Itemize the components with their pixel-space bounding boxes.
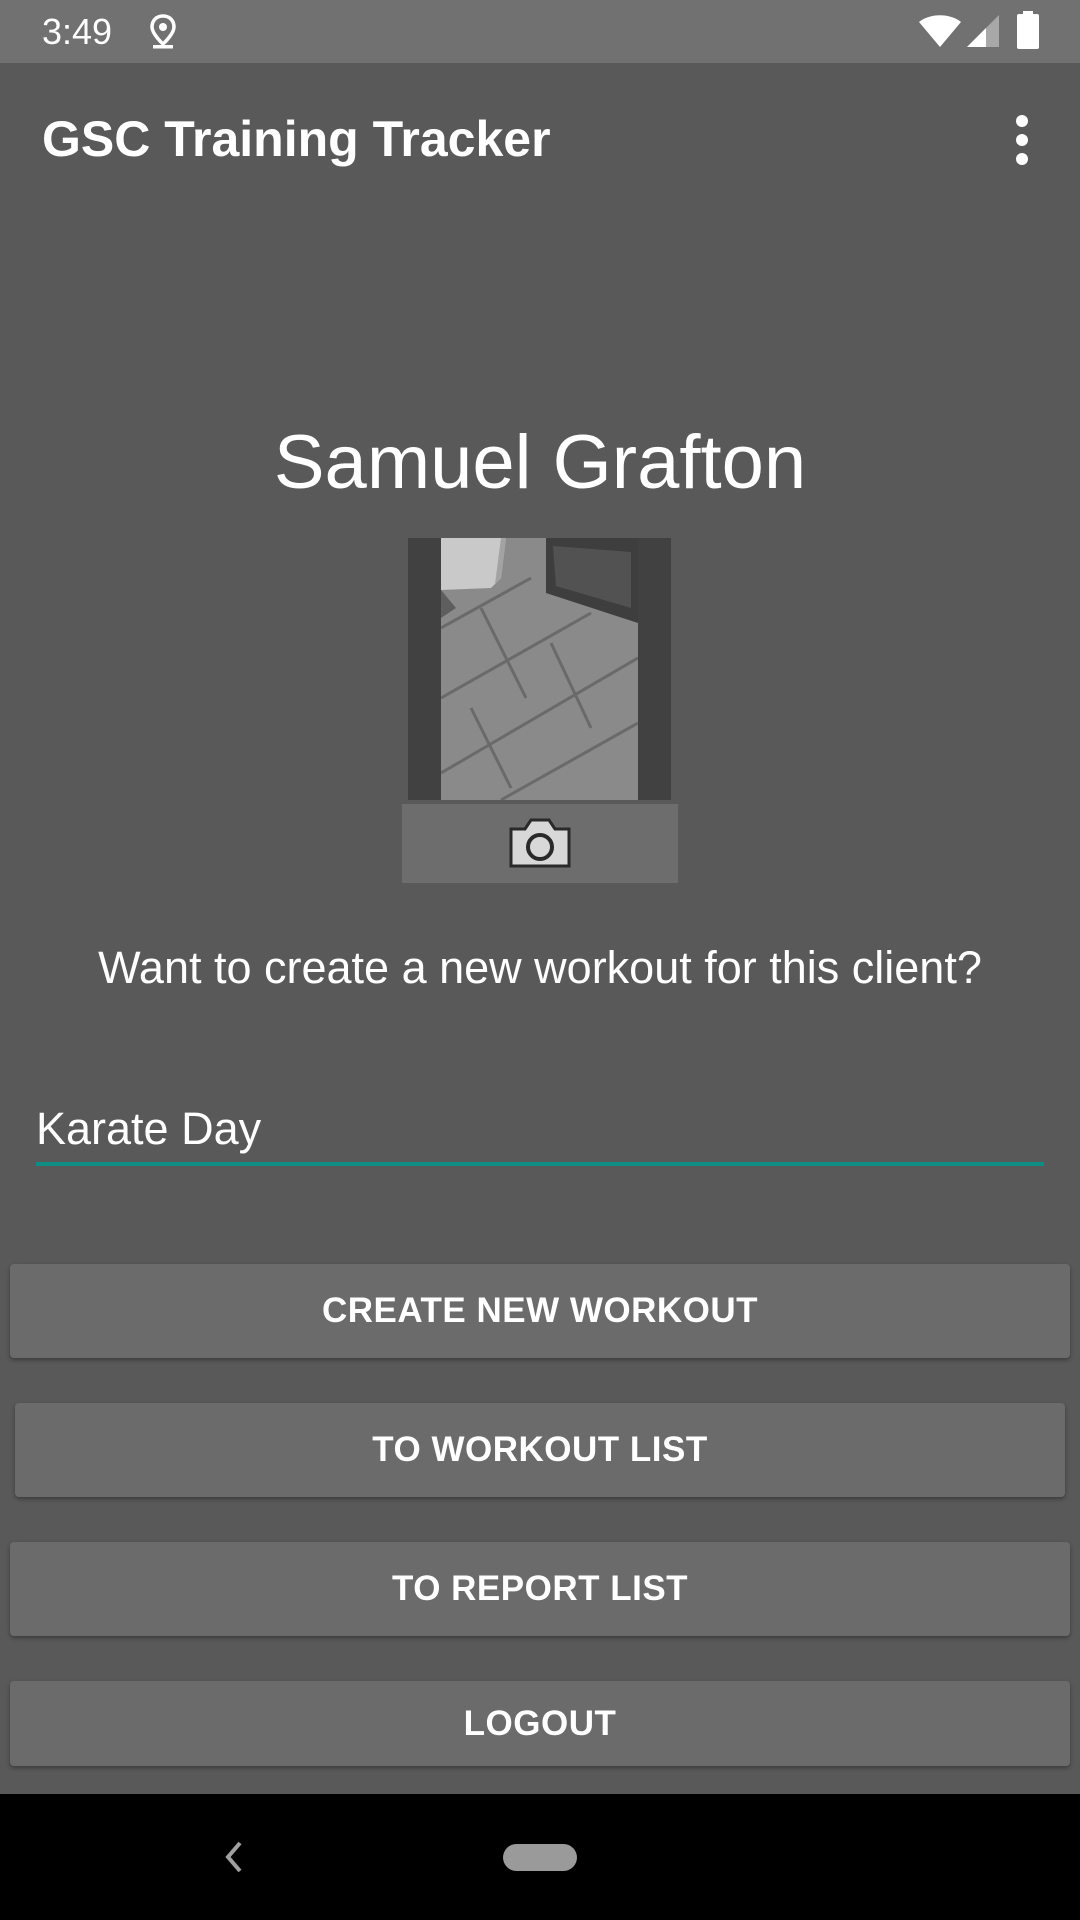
workout-name-input[interactable] [36,1096,1044,1166]
app-title: GSC Training Tracker [42,111,551,167]
create-new-workout-button[interactable]: CREATE NEW WORKOUT [10,1264,1070,1358]
client-photo-frame [408,538,671,800]
status-time: 3:49 [42,11,113,52]
camera-icon [509,818,571,868]
location-icon [150,14,176,49]
back-icon[interactable] [220,1837,248,1877]
status-bar: 3:49 [0,0,1080,63]
overflow-menu-icon[interactable] [1002,111,1042,171]
wifi-icon [919,15,961,47]
signal-icon [967,15,999,47]
app-bar: GSC Training Tracker [0,63,1080,210]
to-workout-list-button[interactable]: TO WORKOUT LIST [15,1403,1065,1497]
new-workout-prompt: Want to create a new workout for this cl… [98,942,982,993]
battery-icon [1017,11,1039,49]
camera-button[interactable] [402,804,678,883]
client-photo [441,538,638,800]
to-report-list-button[interactable]: TO REPORT LIST [10,1542,1070,1636]
home-pill-icon[interactable] [503,1844,577,1871]
navigation-bar [0,1794,1080,1920]
logout-button[interactable]: LOGOUT [10,1681,1070,1766]
client-name: Samuel Grafton [273,420,807,505]
